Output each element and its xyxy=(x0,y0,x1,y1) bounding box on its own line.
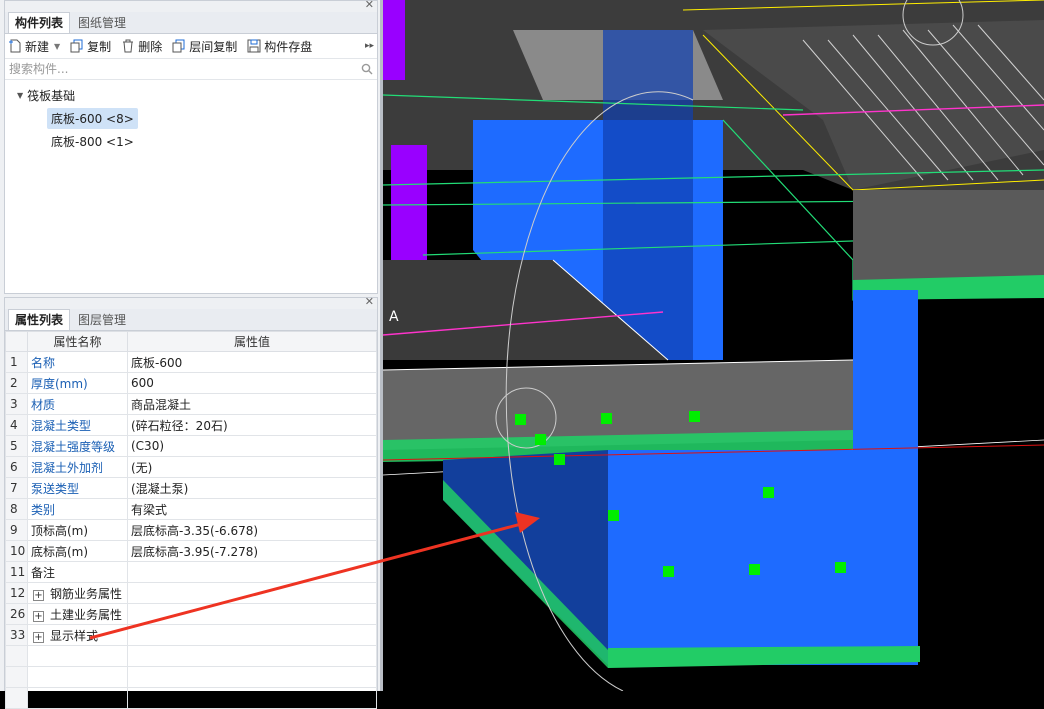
row-number: 10 xyxy=(5,540,28,562)
search-icon[interactable] xyxy=(361,63,373,75)
close-icon[interactable]: ✕ xyxy=(365,0,374,11)
property-value[interactable]: 有梁式 xyxy=(127,498,377,520)
property-name: 混凝土外加剂 xyxy=(27,456,128,478)
model-canvas[interactable]: A xyxy=(383,0,1044,691)
chevron-down-icon[interactable]: ▼ xyxy=(54,42,60,51)
search-input[interactable] xyxy=(9,62,361,76)
tab-component-list[interactable]: 构件列表 xyxy=(8,12,71,33)
property-name: 名称 xyxy=(27,351,128,373)
property-group-row[interactable]: 26 + 土建业务属性 xyxy=(5,603,377,625)
close-icon[interactable]: ✕ xyxy=(365,295,374,308)
copy-button[interactable]: 复制 xyxy=(70,38,111,55)
header-property-value: 属性值 xyxy=(127,331,377,352)
property-name: 厚度(mm) xyxy=(27,372,128,394)
property-name: 混凝土类型 xyxy=(27,414,128,436)
property-row[interactable]: 6 混凝土外加剂 (无) xyxy=(5,456,377,478)
row-number: 1 xyxy=(5,351,28,373)
save-component-button[interactable]: 构件存盘 xyxy=(247,38,312,55)
property-row[interactable]: 9 顶标高(m) 层底标高-3.35(-6.678) xyxy=(5,519,377,541)
property-name: 混凝土强度等级 xyxy=(27,435,128,457)
row-number: 6 xyxy=(5,456,28,478)
property-value[interactable]: (碎石粒径：20石) xyxy=(127,414,377,436)
property-value[interactable] xyxy=(127,561,377,583)
search-bar xyxy=(5,58,377,80)
tree-item-slab-800[interactable]: 底板-800 <1> xyxy=(47,131,138,152)
property-row[interactable]: 5 混凝土强度等级 (C30) xyxy=(5,435,377,457)
property-value[interactable]: 底板-600 xyxy=(127,351,377,373)
row-number: 26 xyxy=(5,603,28,625)
property-value[interactable]: 商品混凝土 xyxy=(127,393,377,415)
property-value[interactable]: (C30) xyxy=(127,435,377,457)
component-toolbar: 新建 ▼ 复制 删除 层间复制 构件存盘 ▸▸ xyxy=(5,34,377,58)
header-property-name: 属性名称 xyxy=(27,331,128,352)
property-value[interactable]: (无) xyxy=(127,456,377,478)
row-number: 11 xyxy=(5,561,28,583)
property-value[interactable]: 层底标高-3.35(-6.678) xyxy=(127,519,377,541)
property-row[interactable]: 4 混凝土类型 (碎石粒径：20石) xyxy=(5,414,377,436)
trash-icon xyxy=(123,39,134,53)
axis-label: A xyxy=(389,309,399,325)
left-panel: ✕ 构件列表 图纸管理 新建 ▼ 复制 删除 层间复制 构件存盘 ▸▸ 搜索构件… xyxy=(0,0,381,709)
delete-button[interactable]: 删除 xyxy=(121,38,162,55)
expand-caret-icon[interactable]: ▼ xyxy=(17,91,23,100)
property-group[interactable]: + 钢筋业务属性 xyxy=(27,582,128,604)
property-group-label: 显示样式 xyxy=(50,628,99,643)
property-value[interactable]: 层底标高-3.95(-7.278) xyxy=(127,540,377,562)
property-row[interactable]: 3 材质 商品混凝土 xyxy=(5,393,377,415)
expand-plus-icon[interactable]: + xyxy=(33,631,44,643)
property-group-row[interactable]: 12 + 钢筋业务属性 xyxy=(5,582,377,604)
row-number: 9 xyxy=(5,519,28,541)
property-name: 类别 xyxy=(27,498,128,520)
row-number: 33 xyxy=(5,624,28,646)
property-name: 材质 xyxy=(27,393,128,415)
property-value[interactable]: 600 xyxy=(127,372,377,394)
copy-icon xyxy=(70,39,83,53)
tab-layer-management[interactable]: 图层管理 xyxy=(71,309,133,330)
row-number: 3 xyxy=(5,393,28,415)
property-row[interactable]: 10 底标高(m) 层底标高-3.95(-7.278) xyxy=(5,540,377,562)
property-group[interactable]: + 土建业务属性 xyxy=(27,603,128,625)
property-tabs: 属性列表 图层管理 xyxy=(5,309,377,331)
property-list-panel: ✕ 属性列表 图层管理 属性名称 属性值 1 名称 底板-600 2 厚度(mm) 600… xyxy=(4,295,378,709)
property-row[interactable]: 8 类别 有梁式 xyxy=(5,498,377,520)
tab-property-list[interactable]: 属性列表 xyxy=(8,309,71,330)
property-row[interactable]: 11 备注 xyxy=(5,561,377,583)
component-tabs: 构件列表 图纸管理 xyxy=(5,12,377,34)
3d-viewport[interactable]: A xyxy=(383,0,1044,691)
row-number: 7 xyxy=(5,477,28,499)
tree-item-slab-600[interactable]: 底板-600 <8> xyxy=(47,108,138,129)
property-row[interactable]: 7 泵送类型 (混凝土泵) xyxy=(5,477,377,499)
property-group-label: 土建业务属性 xyxy=(50,607,123,622)
property-value[interactable]: (混凝土泵) xyxy=(127,477,377,499)
save-icon xyxy=(247,39,261,53)
property-row[interactable]: 2 厚度(mm) 600 xyxy=(5,372,377,394)
row-number: 8 xyxy=(5,498,28,520)
property-table: 属性名称 属性值 1 名称 底板-600 2 厚度(mm) 600 3 材质 商品混凝土 4 混凝土… xyxy=(5,331,377,709)
component-tree: ▼ 筏板基础 底板-600 <8> 底板-800 <1> xyxy=(5,80,377,153)
tree-group-raft-foundation[interactable]: ▼ 筏板基础 xyxy=(5,84,377,107)
row-number: 5 xyxy=(5,435,28,457)
row-number: 12 xyxy=(5,582,28,604)
component-list-panel: ✕ 构件列表 图纸管理 新建 ▼ 复制 删除 层间复制 构件存盘 ▸▸ 搜索构件… xyxy=(4,0,378,294)
property-row[interactable]: 1 名称 底板-600 xyxy=(5,351,377,373)
floor-copy-button[interactable]: 层间复制 xyxy=(172,38,237,55)
property-name: 泵送类型 xyxy=(27,477,128,499)
more-icon[interactable]: ▸▸ xyxy=(365,41,374,51)
expand-plus-icon[interactable]: + xyxy=(33,589,44,601)
property-name: 备注 xyxy=(27,561,128,583)
property-group-label: 钢筋业务属性 xyxy=(50,586,123,601)
layer-copy-icon xyxy=(172,39,185,53)
property-name: 顶标高(m) xyxy=(27,519,128,541)
tab-drawing-management[interactable]: 图纸管理 xyxy=(71,12,133,33)
expand-plus-icon[interactable]: + xyxy=(33,610,44,622)
property-group[interactable]: + 显示样式 xyxy=(27,624,128,646)
row-number: 4 xyxy=(5,414,28,436)
new-file-icon xyxy=(9,39,21,53)
new-button[interactable]: 新建 ▼ xyxy=(8,38,60,55)
property-group-row[interactable]: 33 + 显示样式 xyxy=(5,624,377,646)
property-name: 底标高(m) xyxy=(27,540,128,562)
row-number: 2 xyxy=(5,372,28,394)
